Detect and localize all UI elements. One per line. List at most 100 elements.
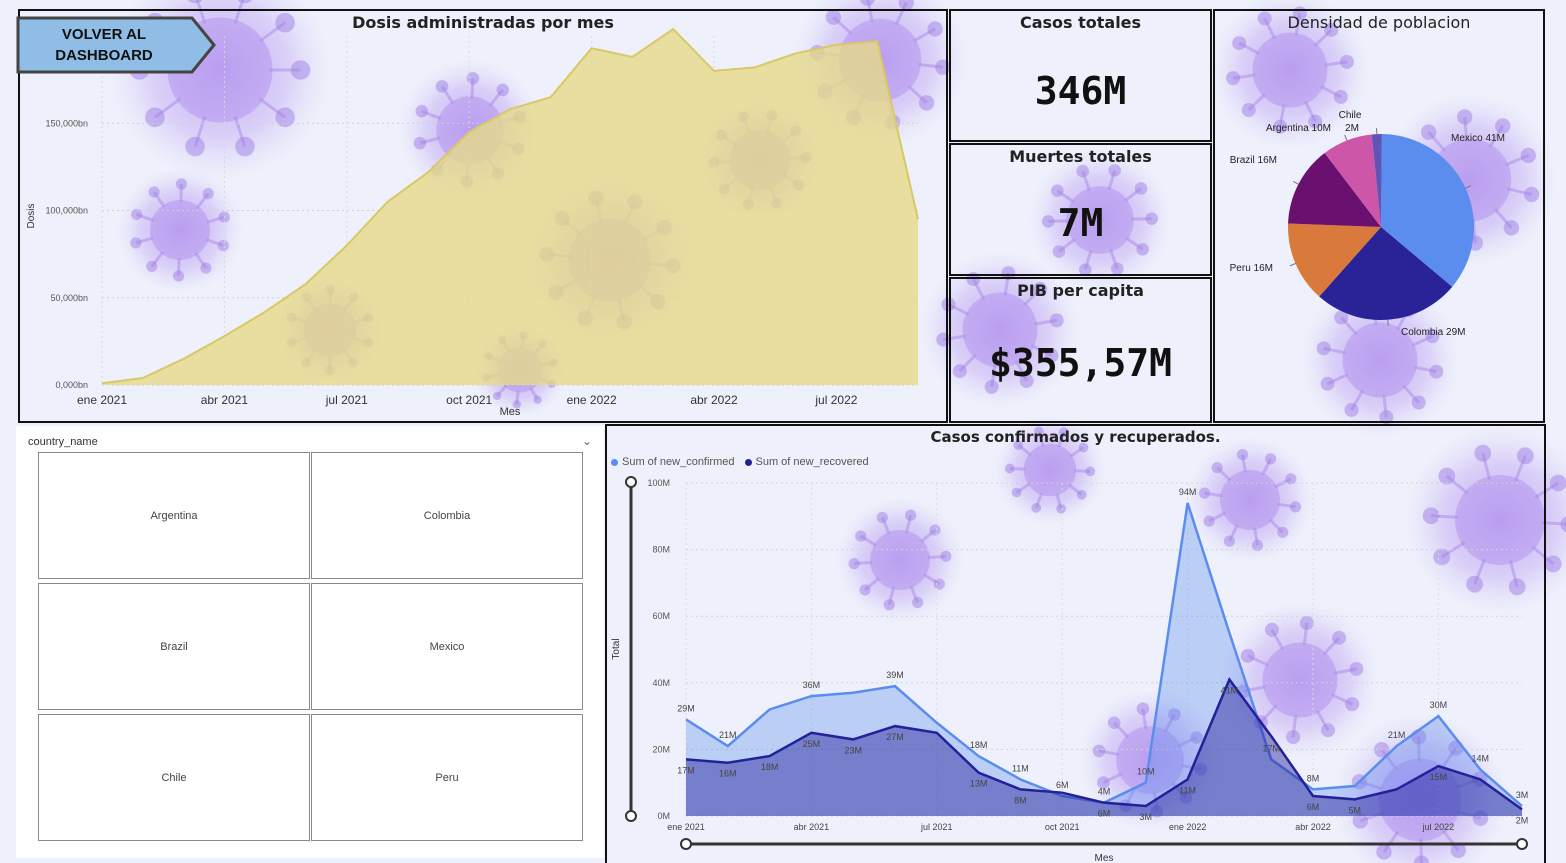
casos-data-label: 25M [803,739,821,749]
casos-data-label: 94M [1179,487,1197,497]
casos-data-label: 27M [886,732,904,742]
casos-data-label: 21M [1388,730,1406,740]
pie-leader-line [1465,185,1472,189]
casos-data-label: 2M [1516,815,1529,825]
kpi-pib-value: $355,57M [988,341,1173,385]
casos-x-tick: jul 2021 [920,822,953,832]
legend-item-recovered[interactable]: Sum of new_recovered [744,456,869,468]
pie-data-label: Argentina 10M [1266,123,1331,134]
kpi-muertes-value: 7M [1057,201,1104,245]
casos-data-label: 14M [1471,753,1489,763]
pie-data-label: Peru 16M [1230,263,1273,274]
casos-data-label: 8M [1014,795,1027,805]
casos-data-label: 6M [1307,802,1320,812]
dosis-y-tick: 100,000bn [45,206,88,216]
chevron-down-icon[interactable]: ⌄ [582,434,592,448]
pie-leader-line [1289,263,1296,267]
dosis-x-tick: abr 2022 [690,393,738,407]
kpi-pib-card: PIB per capita $355,57M [949,277,1212,423]
casos-x-tick: abr 2022 [1295,822,1331,832]
casos-x-zoom-handle-right [1516,838,1528,850]
casos-chart-legend: Sum of new_confirmed Sum of new_recovere… [611,456,869,468]
back-button-label-line2: DASHBOARD [55,47,153,64]
casos-data-label: 11M [1179,785,1196,795]
casos-x-tick: jul 2022 [1422,822,1455,832]
casos-y-axis-title: Total [611,638,622,659]
legend-item-confirmed[interactable]: Sum of new_confirmed [611,456,735,468]
casos-x-tick: ene 2021 [667,822,705,832]
dosis-x-tick: ene 2022 [567,393,617,407]
casos-y-tick: 60M [652,611,670,621]
virus-spike-tip [1544,555,1562,573]
casos-x-tick: abr 2021 [794,822,830,832]
legend-dot-confirmed [611,458,618,466]
casos-data-label: 8M [1307,773,1320,783]
casos-data-label: 4M [1098,787,1111,797]
back-to-dashboard-button[interactable]: VOLVER AL DASHBOARD [16,16,216,74]
pie-leader-line [1292,180,1299,185]
kpi-pib-title: PIB per capita [1017,281,1144,300]
dosis-x-tick: abr 2021 [201,393,249,407]
casos-x-tick: oct 2021 [1045,822,1080,832]
casos-data-label: 15M [1430,772,1448,782]
pie-data-label-chile-name: Chile [1339,110,1362,121]
slicer-option-peru[interactable]: Peru [311,714,583,841]
densidad-pie-chart[interactable]: Mexico 41M Colombia 29M Peru 16M Brazil 16M… [1215,11,1543,421]
dosis-x-tick: jul 2022 [814,393,857,407]
casos-y-zoom-handle-bottom [625,810,637,822]
casos-data-label: 29M [677,703,695,713]
dosis-y-tick: 150,000bn [45,118,88,128]
pie-data-label: 2M [1345,123,1359,134]
legend-dot-recovered [744,458,752,466]
casos-y-tick: 0M [657,811,670,821]
casos-y-tick: 80M [652,545,670,555]
casos-chart-title: Casos confirmados y recuperados. [930,428,1221,446]
casos-data-label: 5M [1349,805,1362,815]
dosis-y-tick: 50,000bn [50,293,88,303]
virus-spike-tip [1549,474,1566,492]
legend-label-confirmed: Sum of new_confirmed [622,456,735,468]
casos-data-label: 30M [1430,700,1448,710]
kpi-muertes-title: Muertes totales [1009,147,1152,166]
casos-x-zoom-handle-left [680,838,692,850]
casos-data-label: 23M [844,745,862,755]
casos-data-label: 18M [761,762,779,772]
densidad-chart-panel: Densidad de poblacion Mexico 41M Colombia… [1213,9,1545,423]
casos-y-zoom-handle-top [625,476,637,488]
casos-data-label: 11M [1012,763,1029,773]
country-slicer[interactable]: country_name ⌄ Argentina Colombia Brazil… [16,426,604,858]
slicer-option-brazil[interactable]: Brazil [38,583,310,710]
casos-area-chart[interactable]: 0M 20M 40M 60M 80M 100M ene 2021 abr 2021 jul 20… [607,473,1544,863]
casos-data-label: 17M [677,765,695,775]
casos-data-label: 41M [1221,685,1239,695]
dosis-y-tick: 0,000bn [55,380,88,390]
dosis-x-tick: oct 2021 [446,393,492,407]
casos-data-label: 10M [1137,767,1155,777]
casos-data-label: 6M [1056,780,1069,790]
dosis-y-axis-title: Dosis [26,203,37,228]
casos-data-label: 17M [1262,743,1280,753]
casos-data-label: 3M [1516,790,1529,800]
casos-x-tick: ene 2022 [1169,822,1207,832]
casos-y-tick: 100M [647,478,670,488]
pie-data-label: Brazil 16M [1230,155,1277,166]
pie-data-label: Mexico 41M [1451,133,1505,144]
casos-data-label: 6M [1098,809,1111,819]
slicer-option-colombia[interactable]: Colombia [311,452,583,579]
dosis-x-tick: jul 2021 [325,393,368,407]
dosis-x-axis-title: Mes [500,406,521,418]
kpi-casos-title: Casos totales [1019,13,1142,32]
casos-data-label: 21M [719,730,737,740]
back-button-label-line1: VOLVER AL [61,26,147,43]
casos-data-label: 13M [970,779,988,789]
pie-data-label: Colombia 29M [1401,327,1465,338]
casos-data-label: 18M [970,740,988,750]
dosis-x-tick: ene 2021 [77,393,127,407]
casos-data-label: 36M [803,680,821,690]
slicer-option-chile[interactable]: Chile [38,714,310,841]
slicer-option-argentina[interactable]: Argentina [38,452,310,579]
casos-data-label: 3M [1140,812,1153,822]
slicer-option-mexico[interactable]: Mexico [311,583,583,710]
casos-y-tick: 40M [652,678,670,688]
slicer-header: country_name [28,436,98,448]
